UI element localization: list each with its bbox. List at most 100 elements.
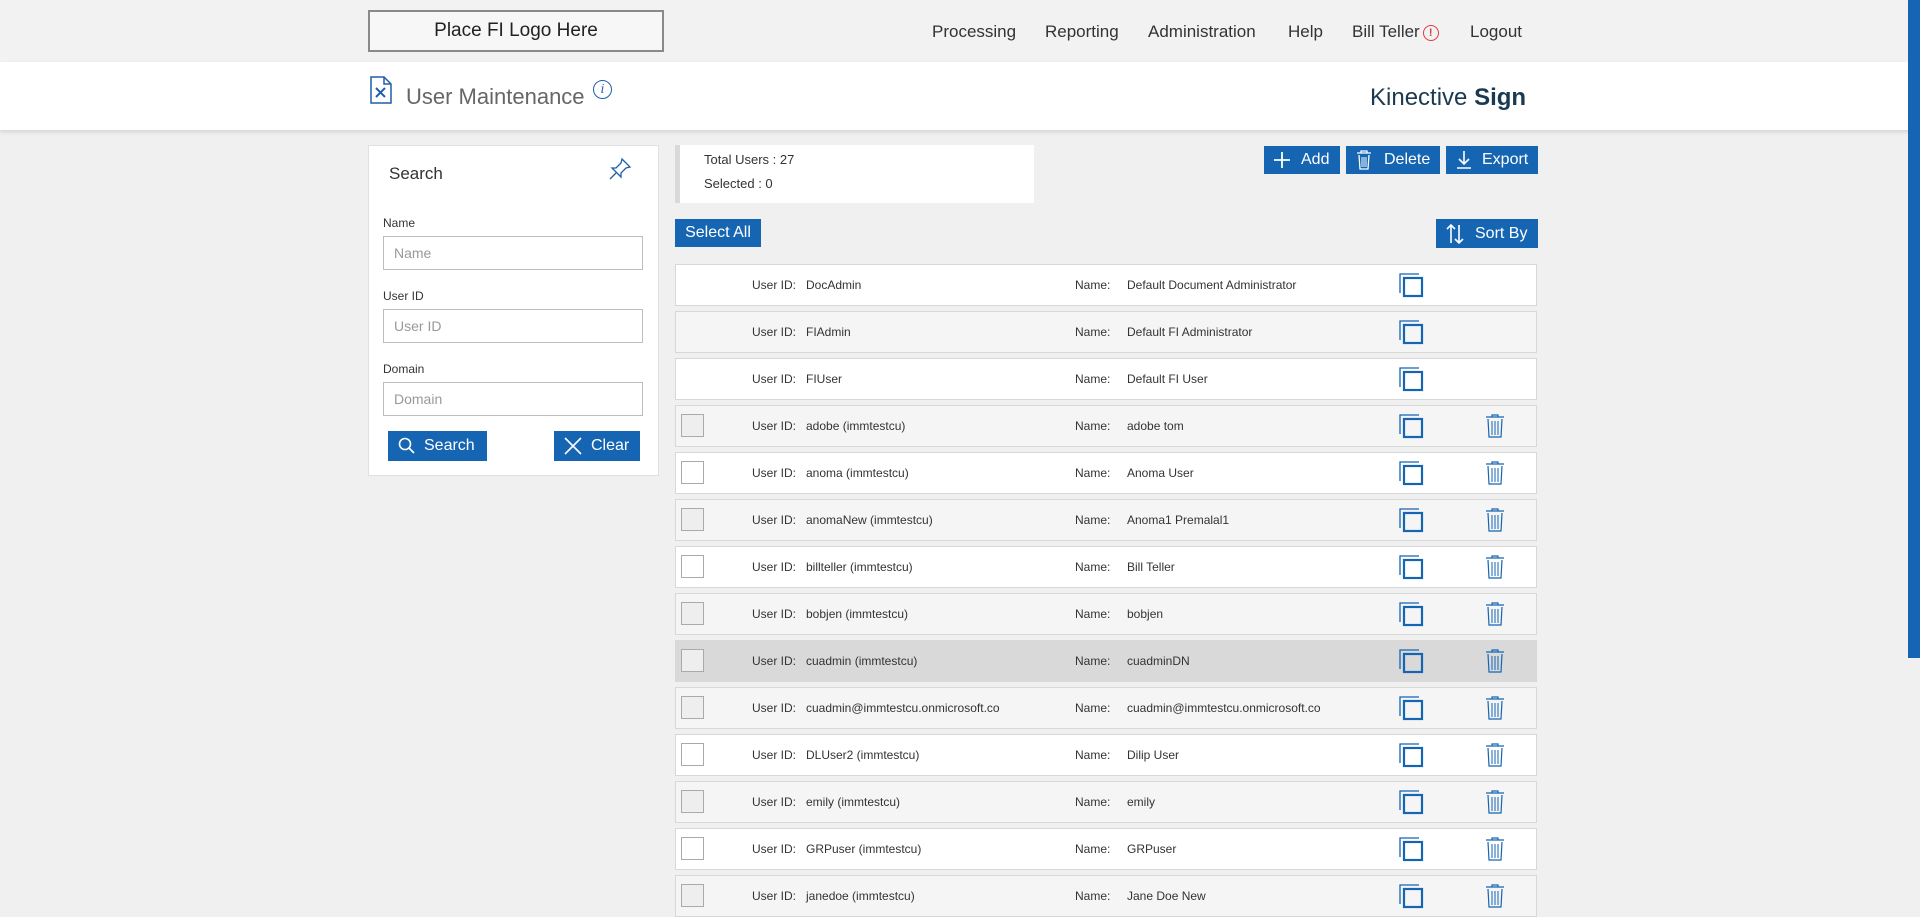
copy-icon[interactable] xyxy=(1398,836,1424,862)
copy-icon[interactable] xyxy=(1398,742,1424,768)
user-row[interactable]: User ID: adobe (immtestcu) Name: adobe tom xyxy=(675,405,1537,447)
name-input[interactable] xyxy=(383,236,643,270)
domain-label: Domain xyxy=(383,362,425,376)
user-row[interactable]: User ID: bobjen (immtestcu) Name: bobjen xyxy=(675,593,1537,635)
row-checkbox[interactable] xyxy=(681,743,704,766)
user-row[interactable]: User ID: cuadmin@immtestcu.onmicrosoft.co… xyxy=(675,687,1537,729)
user-row[interactable]: User ID: cuadmin (immtestcu) Name: cuadminD… xyxy=(675,640,1537,682)
brand-logo: Kinective Sign xyxy=(1370,84,1527,111)
user-row[interactable]: User ID: anoma (immtestcu) Name: Anoma User xyxy=(675,452,1537,494)
delete-row-icon[interactable] xyxy=(1484,460,1506,486)
user-name-value: Default Document Administrator xyxy=(1127,278,1297,292)
user-id-value: cuadmin@immtestcu.onmicrosoft.co xyxy=(806,701,1000,715)
copy-icon[interactable] xyxy=(1398,695,1424,721)
search-button[interactable]: Search xyxy=(388,431,487,461)
row-checkbox[interactable] xyxy=(681,790,704,813)
nav-reporting[interactable]: Reporting xyxy=(1045,22,1119,42)
user-row[interactable]: User ID: billteller (immtestcu) Name: Bill … xyxy=(675,546,1537,588)
domain-input[interactable] xyxy=(383,382,643,416)
user-row[interactable]: User ID: FIUser Name: Default FI User xyxy=(675,358,1537,400)
user-row[interactable]: User ID: GRPuser (immtestcu) Name: GRPuser xyxy=(675,828,1537,870)
pin-icon[interactable] xyxy=(607,156,633,182)
user-name-value: Default FI Administrator xyxy=(1127,325,1253,339)
user-name-value: Bill Teller xyxy=(1127,560,1175,574)
copy-icon[interactable] xyxy=(1398,789,1424,815)
select-all-button[interactable]: Select All xyxy=(675,219,761,247)
nav-logout[interactable]: Logout xyxy=(1470,22,1522,42)
copy-icon[interactable] xyxy=(1398,601,1424,627)
user-row[interactable]: User ID: janedoe (immtestcu) Name: Jane Doe… xyxy=(675,875,1537,917)
userid-label: User ID: xyxy=(752,419,797,433)
copy-icon[interactable] xyxy=(1398,648,1424,674)
name-label: Name: xyxy=(1075,701,1111,715)
user-id-value: bobjen (immtestcu) xyxy=(806,607,909,621)
userid-input[interactable] xyxy=(383,309,643,343)
delete-row-icon[interactable] xyxy=(1484,507,1506,533)
row-checkbox[interactable] xyxy=(681,508,704,531)
user-row[interactable]: User ID: DLUser2 (immtestcu) Name: Dilip Us… xyxy=(675,734,1537,776)
top-navigation: Place FI Logo Here Processing Reporting … xyxy=(0,0,1920,62)
add-button-label: Add xyxy=(1301,151,1330,168)
user-row[interactable]: User ID: emily (immtestcu) Name: emily xyxy=(675,781,1537,823)
copy-icon[interactable] xyxy=(1398,366,1424,392)
userid-label: User ID: xyxy=(752,278,797,292)
nav-user-name: Bill Teller xyxy=(1352,22,1420,41)
row-checkbox[interactable] xyxy=(681,602,704,625)
delete-button-label: Delete xyxy=(1384,151,1431,168)
name-label: Name: xyxy=(1075,654,1111,668)
row-checkbox[interactable] xyxy=(681,414,704,437)
delete-button[interactable]: Delete xyxy=(1346,146,1440,174)
user-name-value: cuadminDN xyxy=(1127,654,1190,668)
user-summary: Total Users : 27 Selected : 0 xyxy=(675,145,1034,203)
close-icon xyxy=(564,437,582,455)
info-icon[interactable]: i xyxy=(593,80,612,99)
row-checkbox[interactable] xyxy=(681,555,704,578)
user-name-value: emily xyxy=(1127,795,1156,809)
userid-label: User ID: xyxy=(752,560,797,574)
copy-icon[interactable] xyxy=(1398,413,1424,439)
userid-label: User ID: xyxy=(752,748,797,762)
copy-icon[interactable] xyxy=(1398,554,1424,580)
delete-row-icon[interactable] xyxy=(1484,883,1506,909)
user-id-value: anomaNew (immtestcu) xyxy=(806,513,933,527)
nav-processing[interactable]: Processing xyxy=(932,22,1016,42)
user-id-value: adobe (immtestcu) xyxy=(806,419,906,433)
user-row[interactable]: User ID: DocAdmin Name: Default Document Ad… xyxy=(675,264,1537,306)
delete-row-icon[interactable] xyxy=(1484,836,1506,862)
name-label: Name: xyxy=(1075,372,1111,386)
search-icon xyxy=(398,437,415,454)
export-button[interactable]: Export xyxy=(1446,146,1538,174)
copy-icon[interactable] xyxy=(1398,460,1424,486)
user-id-value: FIAdmin xyxy=(806,325,851,339)
delete-row-icon[interactable] xyxy=(1484,554,1506,580)
delete-row-icon[interactable] xyxy=(1484,413,1506,439)
name-label: Name: xyxy=(1075,560,1111,574)
sort-by-button[interactable]: Sort By xyxy=(1436,219,1538,248)
add-button[interactable]: Add xyxy=(1264,146,1340,174)
user-row[interactable]: User ID: FIAdmin Name: Default FI Administr… xyxy=(675,311,1537,353)
name-label: Name xyxy=(383,216,416,230)
scrollbar[interactable] xyxy=(1908,0,1920,658)
copy-icon[interactable] xyxy=(1398,883,1424,909)
user-id-value: FIUser xyxy=(806,372,842,386)
nav-help[interactable]: Help xyxy=(1288,22,1323,42)
nav-administration[interactable]: Administration xyxy=(1148,22,1256,42)
row-checkbox[interactable] xyxy=(681,461,704,484)
user-row[interactable]: User ID: anomaNew (immtestcu) Name: Anoma1 … xyxy=(675,499,1537,541)
row-checkbox[interactable] xyxy=(681,884,704,907)
row-checkbox[interactable] xyxy=(681,837,704,860)
clear-button[interactable]: Clear xyxy=(554,431,640,461)
delete-row-icon[interactable] xyxy=(1484,695,1506,721)
row-checkbox[interactable] xyxy=(681,649,704,672)
copy-icon[interactable] xyxy=(1398,507,1424,533)
delete-row-icon[interactable] xyxy=(1484,648,1506,674)
delete-row-icon[interactable] xyxy=(1484,601,1506,627)
name-label: Name: xyxy=(1075,325,1111,339)
delete-row-icon[interactable] xyxy=(1484,789,1506,815)
delete-row-icon[interactable] xyxy=(1484,742,1506,768)
nav-user-menu[interactable]: Bill Teller! xyxy=(1352,22,1439,42)
copy-icon[interactable] xyxy=(1398,319,1424,345)
row-checkbox[interactable] xyxy=(681,696,704,719)
copy-icon[interactable] xyxy=(1398,272,1424,298)
selected-count: Selected : 0 xyxy=(704,176,773,191)
